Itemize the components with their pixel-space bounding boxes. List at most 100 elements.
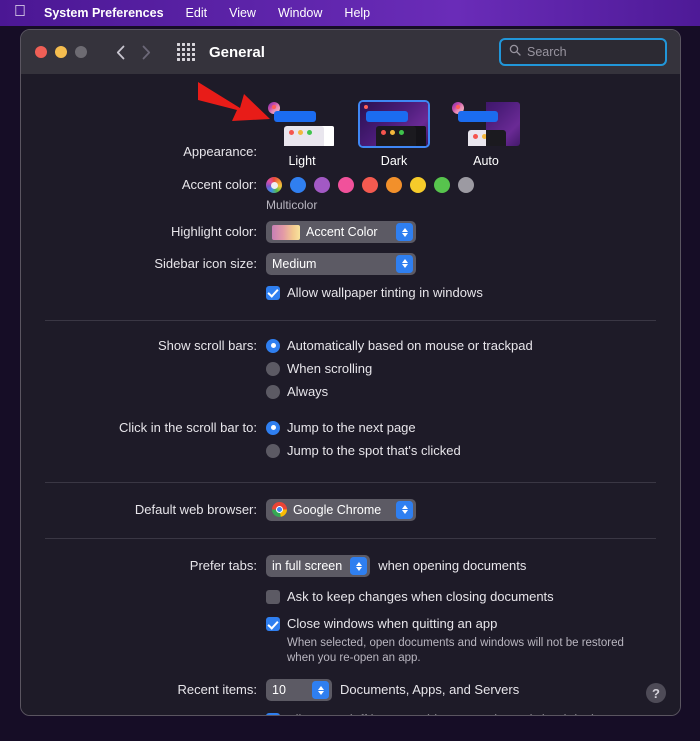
ask-keep-changes-row: Ask to keep changes when closing documen… bbox=[21, 589, 680, 612]
chevron-updown-icon[interactable] bbox=[312, 681, 329, 699]
scroll-option-when-scrolling[interactable]: When scrolling bbox=[266, 361, 680, 377]
accent-swatch-multicolor[interactable] bbox=[266, 177, 282, 193]
accent-swatch-red[interactable] bbox=[362, 177, 378, 193]
general-pane: Appearance: Light Dark Auto Accent color… bbox=[21, 74, 680, 715]
wallpaper-tinting-checkbox[interactable] bbox=[266, 285, 280, 300]
accent-color-row: Accent color: Multicolor bbox=[21, 177, 680, 212]
prefer-tabs-row: Prefer tabs: in full screen when opening… bbox=[21, 555, 680, 577]
menu-item-system-preferences[interactable]: System Preferences bbox=[44, 6, 175, 20]
highlight-gradient-swatch bbox=[272, 224, 300, 240]
close-button[interactable] bbox=[35, 46, 47, 58]
accent-swatch-orange[interactable] bbox=[386, 177, 402, 193]
zoom-button[interactable] bbox=[75, 46, 87, 58]
system-preferences-window: General Search Appearance: Light Dark Au… bbox=[20, 29, 681, 716]
handoff-label: Allow Handoff between this Mac and your … bbox=[287, 712, 614, 715]
prefer-tabs-suffix: when opening documents bbox=[378, 558, 527, 573]
handoff-checkbox-row[interactable]: Allow Handoff between this Mac and your … bbox=[266, 712, 680, 715]
wallpaper-tinting-checkbox-row[interactable]: Allow wallpaper tinting in windows bbox=[266, 285, 680, 301]
click-option-spot-clicked-label: Jump to the spot that's clicked bbox=[287, 442, 461, 458]
show-all-grid-icon[interactable] bbox=[177, 43, 195, 61]
appearance-options: Light Dark Auto bbox=[266, 100, 680, 168]
recent-items-stepper[interactable]: 10 bbox=[266, 679, 332, 701]
default-browser-value: Google Chrome bbox=[293, 502, 382, 517]
click-option-next-page-label: Jump to the next page bbox=[287, 419, 416, 435]
prefer-tabs-dropdown[interactable]: in full screen bbox=[266, 555, 371, 577]
radio-when-scrolling[interactable] bbox=[266, 361, 280, 376]
appearance-name-auto: Auto bbox=[473, 154, 499, 168]
accent-swatch-yellow[interactable] bbox=[410, 177, 426, 193]
show-scroll-bars-label: Show scroll bars: bbox=[158, 337, 257, 353]
back-chevron-icon[interactable] bbox=[109, 41, 131, 63]
menu-item-edit[interactable]: Edit bbox=[175, 6, 219, 20]
wallpaper-tinting-row: Allow wallpaper tinting in windows bbox=[21, 285, 680, 308]
scroll-option-always[interactable]: Always bbox=[266, 384, 680, 400]
radio-always[interactable] bbox=[266, 384, 280, 399]
forward-chevron-icon[interactable] bbox=[135, 41, 157, 63]
appearance-thumbnail-dark[interactable] bbox=[358, 100, 430, 148]
apple-logo-icon[interactable]:  bbox=[14, 4, 26, 20]
ask-keep-changes-checkbox[interactable] bbox=[266, 590, 280, 604]
search-icon bbox=[509, 43, 521, 61]
recent-items-row: Recent items: 10 Documents, Apps, and Se… bbox=[21, 679, 680, 701]
accent-swatch-graphite[interactable] bbox=[458, 177, 474, 193]
default-browser-label: Default web browser: bbox=[134, 501, 257, 517]
accent-swatch-purple[interactable] bbox=[314, 177, 330, 193]
default-browser-dropdown[interactable]: Google Chrome bbox=[266, 498, 416, 521]
appearance-option-light[interactable]: Light bbox=[266, 100, 338, 168]
appearance-label: Appearance: bbox=[183, 144, 257, 159]
page-title: General bbox=[209, 43, 265, 61]
close-windows-checkbox[interactable] bbox=[266, 617, 280, 631]
menu-item-view[interactable]: View bbox=[218, 6, 267, 20]
window-toolbar: General Search bbox=[21, 30, 680, 74]
appearance-name-dark: Dark bbox=[380, 154, 408, 168]
sidebar-icon-size-label: Sidebar icon size: bbox=[154, 255, 257, 271]
chrome-icon bbox=[272, 502, 287, 517]
close-windows-checkbox-row[interactable]: Close windows when quitting an app bbox=[266, 616, 680, 632]
chevron-updown-icon[interactable] bbox=[396, 254, 413, 273]
appearance-option-auto[interactable]: Auto bbox=[450, 100, 522, 168]
highlight-color-dropdown[interactable]: Accent Color bbox=[266, 221, 416, 243]
menu-item-window[interactable]: Window bbox=[267, 6, 333, 20]
minimize-button[interactable] bbox=[55, 46, 67, 58]
ask-keep-changes-label: Ask to keep changes when closing documen… bbox=[287, 589, 554, 604]
radio-automatic[interactable] bbox=[266, 338, 280, 353]
click-option-spot-clicked[interactable]: Jump to the spot that's clicked bbox=[266, 443, 680, 459]
accent-color-label: Accent color: bbox=[181, 177, 257, 192]
chevron-updown-icon[interactable] bbox=[396, 223, 413, 241]
handoff-checkbox[interactable] bbox=[266, 713, 280, 715]
appearance-option-dark[interactable]: Dark bbox=[358, 100, 430, 168]
search-field[interactable]: Search bbox=[499, 38, 667, 66]
traffic-lights bbox=[35, 46, 87, 58]
radio-next-page[interactable] bbox=[266, 420, 280, 435]
accent-swatch-blue[interactable] bbox=[290, 177, 306, 193]
nav-buttons bbox=[109, 41, 157, 63]
appearance-name-light: Light bbox=[288, 154, 316, 168]
accent-swatch-green[interactable] bbox=[434, 177, 450, 193]
show-scroll-bars-row: Show scroll bars: Automatically based on… bbox=[21, 338, 680, 407]
scroll-option-automatic-label: Automatically based on mouse or trackpad bbox=[287, 337, 533, 353]
radio-spot-clicked[interactable] bbox=[266, 443, 280, 458]
close-windows-help-text: When selected, open documents and window… bbox=[287, 637, 624, 664]
click-option-next-page[interactable]: Jump to the next page bbox=[266, 420, 680, 436]
ask-keep-changes-checkbox-row[interactable]: Ask to keep changes when closing documen… bbox=[266, 589, 680, 605]
divider bbox=[45, 319, 656, 321]
appearance-thumbnail-auto[interactable] bbox=[450, 100, 522, 148]
sidebar-icon-size-dropdown[interactable]: Medium bbox=[266, 252, 416, 275]
appearance-thumbnail-light[interactable] bbox=[266, 100, 338, 148]
close-windows-row: Close windows when quitting an app When … bbox=[21, 616, 680, 666]
help-button[interactable]: ? bbox=[646, 683, 666, 703]
sidebar-icon-size-value: Medium bbox=[272, 256, 317, 271]
handoff-row: Allow Handoff between this Mac and your … bbox=[21, 712, 680, 715]
accent-swatch-pink[interactable] bbox=[338, 177, 354, 193]
close-windows-label: Close windows when quitting an app bbox=[287, 616, 498, 631]
chevron-updown-icon[interactable] bbox=[396, 500, 413, 519]
recent-items-value: 10 bbox=[272, 683, 286, 697]
divider bbox=[45, 481, 656, 483]
wallpaper-tinting-label: Allow wallpaper tinting in windows bbox=[287, 284, 483, 300]
scroll-option-automatic[interactable]: Automatically based on mouse or trackpad bbox=[266, 338, 680, 354]
menu-item-help[interactable]: Help bbox=[333, 6, 381, 20]
accent-color-swatches bbox=[266, 177, 680, 193]
click-scroll-bar-label: Click in the scroll bar to: bbox=[119, 419, 257, 435]
chevron-updown-icon[interactable] bbox=[350, 557, 368, 575]
highlight-color-value: Accent Color bbox=[306, 225, 378, 239]
